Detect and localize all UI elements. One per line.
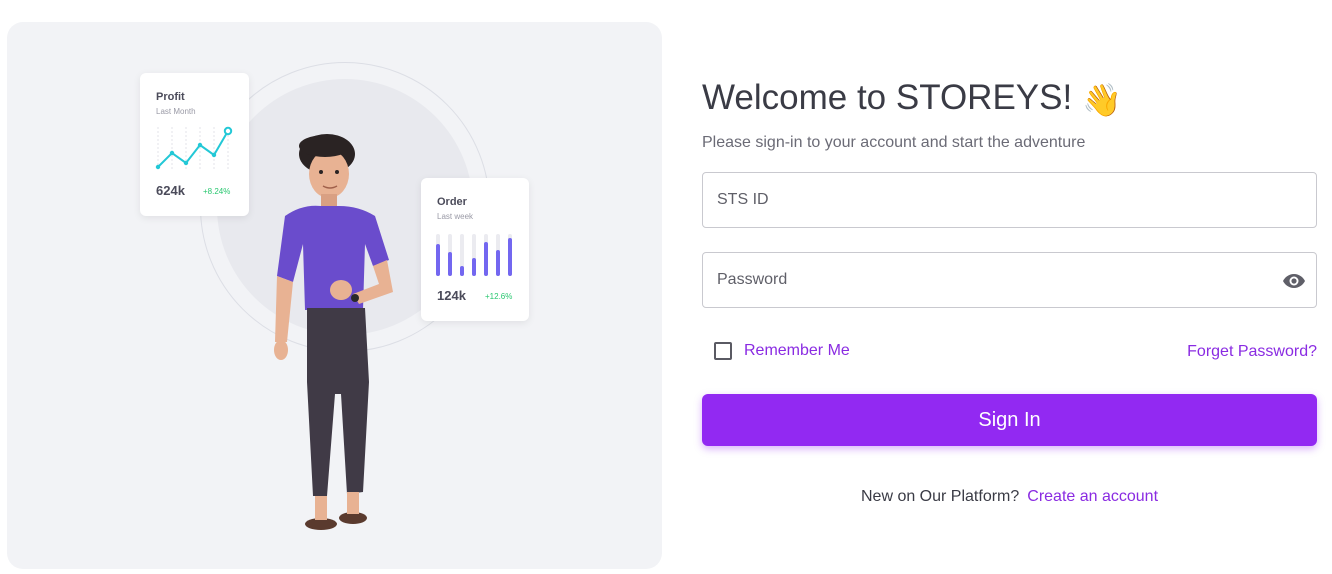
order-bar-chart — [436, 234, 512, 276]
welcome-subtitle: Please sign-in to your account and start… — [702, 134, 1086, 151]
order-card-value: 124k — [437, 288, 466, 303]
profit-card: Profit Last Month 624k +8.24% — [140, 73, 249, 216]
character-illustration — [274, 134, 393, 530]
password-input[interactable] — [717, 253, 1277, 307]
forgot-password-link[interactable]: Forget Password? — [1187, 343, 1317, 361]
order-card: Order Last week 124k +12.6% — [421, 178, 529, 321]
waving-hand-icon: 👋 — [1082, 81, 1123, 118]
password-field[interactable] — [702, 252, 1317, 308]
order-card-delta: +12.6% — [485, 292, 513, 301]
order-card-title: Order — [437, 196, 467, 208]
signup-row: New on Our Platform? Create an account — [702, 488, 1317, 506]
profit-card-value: 624k — [156, 183, 185, 198]
welcome-heading: Welcome to STOREYS! 👋 — [702, 78, 1122, 119]
remember-me-checkbox[interactable] — [714, 342, 732, 360]
profit-line-chart — [155, 126, 233, 171]
eye-icon[interactable] — [1282, 269, 1306, 293]
signup-prompt: New on Our Platform? — [860, 488, 1020, 505]
welcome-title: Welcome to STOREYS! — [702, 78, 1073, 117]
sign-in-button[interactable]: Sign In — [702, 394, 1317, 446]
create-account-link[interactable]: Create an account — [1027, 488, 1158, 505]
order-card-subtitle: Last week — [437, 212, 474, 221]
remember-me[interactable]: Remember Me — [714, 342, 850, 360]
remember-me-label[interactable]: Remember Me — [744, 342, 850, 360]
illustration-panel: Profit Last Month 624k +8.24% Order Last… — [7, 22, 662, 569]
login-form: Welcome to STOREYS! 👋 Please sign-in to y… — [702, 0, 1317, 574]
profit-card-title: Profit — [156, 91, 185, 103]
profit-card-delta: +8.24% — [203, 187, 231, 196]
sts-id-input[interactable] — [717, 173, 1277, 227]
sts-id-field[interactable] — [702, 172, 1317, 228]
profit-card-subtitle: Last Month — [156, 107, 196, 116]
